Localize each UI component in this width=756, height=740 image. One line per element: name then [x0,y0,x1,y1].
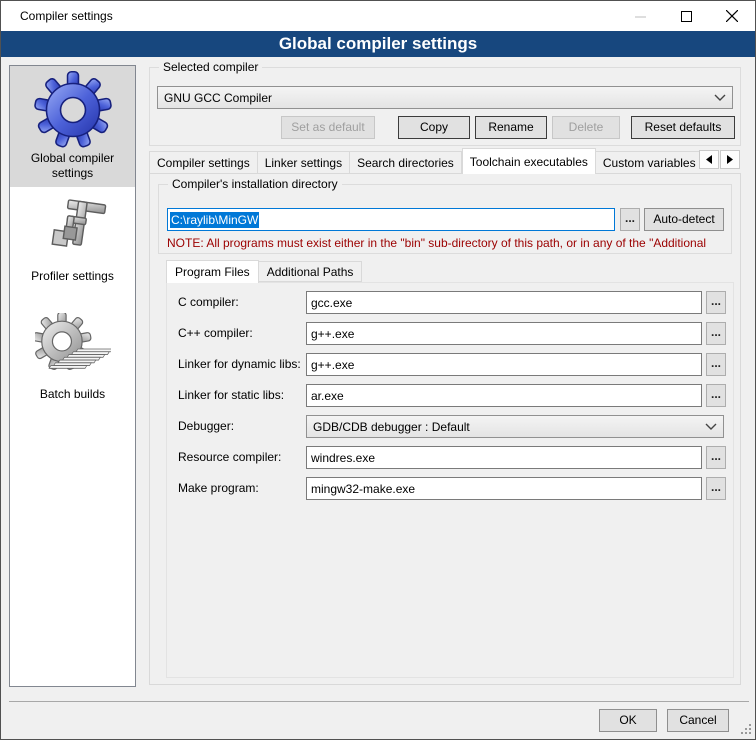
tab-scroll-left-button[interactable] [699,150,719,169]
sidebar-item-label: Batch builds [10,385,135,408]
rename-button[interactable]: Rename [475,116,547,139]
settings-tabs: Compiler settings Linker settings Search… [149,147,701,174]
delete-button[interactable]: Delete [552,116,620,139]
sidebar-item-batch-builds[interactable]: Batch builds [10,299,135,417]
compiler-settings-dialog: Compiler settings Global compiler settin… [0,0,756,740]
left-arrow-icon [705,155,713,164]
debugger-select[interactable]: GDB/CDB debugger : Default [306,415,724,438]
right-arrow-icon [726,155,734,164]
static-linker-input[interactable] [306,384,702,407]
program-subtabs: Program Files Additional Paths [166,260,362,282]
tab-linker-settings[interactable]: Linker settings [258,151,350,174]
compiler-select-value: GNU GCC Compiler [164,91,710,105]
ok-button[interactable]: OK [599,709,657,732]
cpp-compiler-input[interactable] [306,322,702,345]
reset-defaults-button[interactable]: Reset defaults [631,116,735,139]
sidebar-item-global-compiler-settings[interactable]: Global compiler settings [10,66,135,187]
window-controls [617,1,755,31]
c-compiler-input[interactable] [306,291,702,314]
toolchain-executables-panel: Compiler's installation directory C:\ray… [149,173,741,685]
settings-category-list: Global compiler settings Profiler [9,65,136,687]
selected-compiler-group-label: Selected compiler [159,60,262,74]
set-as-default-button[interactable]: Set as default [281,116,375,139]
make-program-browse-button[interactable]: ... [706,477,726,500]
resize-grip[interactable] [740,724,752,736]
static-linker-browse-button[interactable]: ... [706,384,726,407]
cpp-compiler-label: C++ compiler: [178,326,253,340]
dynamic-linker-input[interactable] [306,353,702,376]
note-text: NOTE: All programs must exist either in … [167,236,725,250]
dynamic-linker-label: Linker for dynamic libs: [178,357,301,371]
make-program-input[interactable] [306,477,702,500]
subtab-program-files[interactable]: Program Files [166,260,259,283]
cancel-button[interactable]: Cancel [667,709,729,732]
tab-custom-variables[interactable]: Custom variables [596,151,701,174]
maximize-button[interactable] [663,1,709,31]
tab-toolchain-executables[interactable]: Toolchain executables [462,148,596,174]
close-icon [726,10,738,22]
caliper-icon [37,195,109,267]
tab-scroll-right-button[interactable] [720,150,740,169]
installation-directory-group: Compiler's installation directory C:\ray… [158,184,732,254]
subtab-additional-paths[interactable]: Additional Paths [259,261,363,282]
minimize-icon [635,11,646,22]
browse-install-dir-button[interactable]: ... [620,208,640,231]
copy-button[interactable]: Copy [398,116,470,139]
compiler-select[interactable]: GNU GCC Compiler [157,86,733,109]
tab-compiler-settings[interactable]: Compiler settings [149,151,258,174]
install-dir-selected-text: C:\raylib\MinGW [170,212,259,228]
chevron-down-icon [714,94,726,102]
window-title: Compiler settings [1,9,113,23]
titlebar: Compiler settings [1,1,755,31]
chevron-down-icon [705,423,717,431]
tab-search-directories[interactable]: Search directories [350,151,462,174]
footer-divider [9,701,749,702]
resource-compiler-label: Resource compiler: [178,450,281,464]
tab-scroll-buttons [698,150,740,169]
installation-directory-group-label: Compiler's installation directory [168,177,342,191]
c-compiler-browse-button[interactable]: ... [706,291,726,314]
gear-blue-icon [34,71,112,149]
sidebar-item-profiler-settings[interactable]: Profiler settings [10,187,135,299]
dynamic-linker-browse-button[interactable]: ... [706,353,726,376]
page-title: Global compiler settings [1,31,755,57]
sidebar-item-label: Profiler settings [10,267,135,290]
sidebar-item-label: Global compiler settings [10,149,135,187]
resource-compiler-browse-button[interactable]: ... [706,446,726,469]
debugger-select-value: GDB/CDB debugger : Default [313,420,701,434]
cpp-compiler-browse-button[interactable]: ... [706,322,726,345]
auto-detect-button[interactable]: Auto-detect [644,208,724,231]
close-button[interactable] [709,1,755,31]
resource-compiler-input[interactable] [306,446,702,469]
c-compiler-label: C compiler: [178,295,239,309]
gear-stack-icon [35,313,111,385]
install-dir-input[interactable]: C:\raylib\MinGW [167,208,615,231]
make-program-label: Make program: [178,481,259,495]
static-linker-label: Linker for static libs: [178,388,284,402]
maximize-icon [681,11,692,22]
debugger-label: Debugger: [178,419,234,433]
minimize-button[interactable] [617,1,663,31]
